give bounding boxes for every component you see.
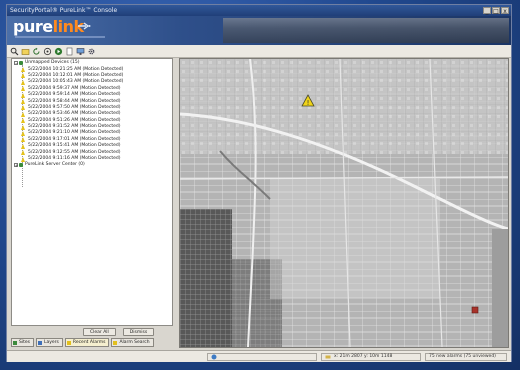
alarm-warning-icon: [21, 111, 25, 117]
logo-tagline-strip: [15, 35, 105, 38]
minimize-button[interactable]: _: [483, 7, 491, 15]
map-location-field: [207, 352, 317, 361]
panel-tabs: Sites Layers Recent Alarms Alarm Search: [11, 338, 154, 347]
coordinates-readout: x: 21m 2807 y: 10m 1148: [321, 352, 421, 361]
tab-alarm-search[interactable]: Alarm Search: [111, 338, 154, 347]
logo-text-pure: pure: [13, 16, 53, 36]
target-icon[interactable]: [43, 47, 52, 56]
close-button[interactable]: x: [501, 7, 509, 15]
alarm-warning-icon: [21, 86, 25, 92]
logo-arrow-icon: [78, 21, 91, 30]
alarm-warning-icon: [21, 99, 25, 105]
tab-sites-label: Sites: [19, 340, 30, 345]
alarm-list-item-label: 5/22/2004 9:59:14 AM (Motion Detected): [28, 92, 121, 98]
alarm-warning-icon: [21, 67, 25, 73]
layers-icon: [37, 340, 42, 345]
tab-recent-alarms-label: Recent Alarms: [72, 340, 106, 345]
alarm-list-item-label: 5/22/2004 9:59:37 AM (Motion Detected): [28, 85, 121, 91]
site-marker-icon[interactable]: [471, 306, 479, 314]
window-title: SecurityPortal® PureLink™ Console: [10, 7, 118, 14]
device-group-icon: [19, 61, 23, 66]
alarm-count-field: 75 new alarms (75 unviewed): [425, 352, 507, 361]
alarm-list: 5/22/2004 10:21:25 AM (Motion Detected) 5…: [12, 66, 172, 162]
alarm-warning-icon: [21, 92, 25, 98]
alarm-panel: − Unmapped Devices (15) 5/22/2004 10:21:…: [9, 58, 175, 348]
monitor-icon[interactable]: [76, 47, 85, 56]
alarm-warning-icon: [21, 73, 25, 79]
settings-icon[interactable]: [87, 47, 96, 56]
map-dense-district: [180, 209, 232, 347]
collapse-icon[interactable]: −: [14, 61, 18, 66]
alarm-warning-icon: [21, 143, 25, 149]
alarm-warning-icon: [21, 79, 25, 85]
alarm-search-icon: [113, 340, 118, 345]
map-view[interactable]: !: [179, 58, 509, 348]
alarm-list-item-label: 5/22/2004 9:15:41 AM (Motion Detected): [28, 143, 121, 149]
clear-all-button[interactable]: Clear All: [83, 328, 116, 336]
svg-text:!: !: [307, 99, 310, 107]
tree-server-item[interactable]: + PureLink Server Center (0): [12, 162, 172, 168]
tab-recent-alarms[interactable]: Recent Alarms: [64, 338, 110, 347]
alarm-list-item-label: 5/22/2004 9:53:46 AM (Motion Detected): [28, 111, 121, 117]
search-icon[interactable]: [10, 47, 19, 56]
alarm-list-item-label: 5/22/2004 9:58:44 AM (Motion Detected): [28, 98, 121, 104]
alarm-list-item-label: 5/22/2004 10:21:25 AM (Motion Detected): [28, 66, 124, 72]
alarm-list-item-label: 5/22/2004 10:05:43 AM (Motion Detected): [28, 79, 124, 85]
server-icon: [19, 163, 23, 168]
panel-buttons: Clear All Dismiss: [83, 328, 155, 336]
refresh-icon[interactable]: [32, 47, 41, 56]
tab-layers-label: Layers: [43, 340, 59, 345]
alarm-warning-icon: [21, 124, 25, 130]
alarm-count-text: 75 new alarms (75 unviewed): [429, 354, 496, 359]
toolbar: [7, 45, 511, 58]
tree-root-label: Unmapped Devices (15): [25, 60, 80, 66]
banner-photo-image: [223, 18, 509, 43]
play-icon[interactable]: [54, 47, 63, 56]
alarm-warning-icon: [21, 105, 25, 111]
ruler-icon: [325, 355, 331, 358]
expand-icon[interactable]: +: [14, 163, 18, 168]
map-north-area: [180, 59, 508, 154]
alarm-list-item-label: 5/22/2004 9:12:55 AM (Motion Detected): [28, 149, 121, 155]
folder-icon[interactable]: [21, 47, 30, 56]
alarm-list-item-label: 5/22/2004 9:21:10 AM (Motion Detected): [28, 130, 121, 136]
sites-icon: [13, 340, 17, 345]
dismiss-button[interactable]: Dismiss: [122, 328, 155, 336]
alarm-list-item-label: 5/22/2004 9:51:26 AM (Motion Detected): [28, 117, 121, 123]
maximize-button[interactable]: □: [492, 7, 500, 15]
alarm-warning-icon: [21, 137, 25, 143]
purelink-logo: purelink: [13, 16, 117, 44]
tab-sites[interactable]: Sites: [11, 338, 34, 347]
map-scrollbar-area: [492, 229, 508, 347]
tree-server-label: PureLink Server Center (0): [25, 162, 85, 168]
alarm-tree[interactable]: − Unmapped Devices (15) 5/22/2004 10:21:…: [11, 58, 173, 326]
map-light-area: [270, 179, 440, 299]
brand-banner: purelink: [7, 16, 511, 45]
alarm-warning-icon: [21, 150, 25, 156]
alarm-warning-icon: [21, 130, 25, 136]
document-icon[interactable]: [65, 47, 74, 56]
console-window: SecurityPortal® PureLink™ Console _ □ x …: [6, 4, 512, 362]
alarm-warning-icon: [21, 156, 25, 162]
globe-icon: [211, 354, 217, 359]
status-bar: x: 21m 2807 y: 10m 1148 75 new alarms (7…: [7, 350, 511, 362]
window-controls: _ □ x: [483, 7, 509, 15]
alarm-warning-icon: [21, 118, 25, 124]
alarm-list-item-label: 5/22/2004 9:17:01 AM (Motion Detected): [28, 136, 121, 142]
coordinates-text: x: 21m 2807 y: 10m 1148: [334, 354, 393, 359]
aerial-map[interactable]: !: [180, 59, 508, 347]
title-bar: SecurityPortal® PureLink™ Console _ □ x: [7, 5, 511, 16]
alarm-icon: [66, 340, 71, 345]
tab-alarm-search-label: Alarm Search: [119, 340, 150, 345]
workspace: − Unmapped Devices (15) 5/22/2004 10:21:…: [9, 58, 509, 348]
tab-layers[interactable]: Layers: [35, 338, 63, 347]
